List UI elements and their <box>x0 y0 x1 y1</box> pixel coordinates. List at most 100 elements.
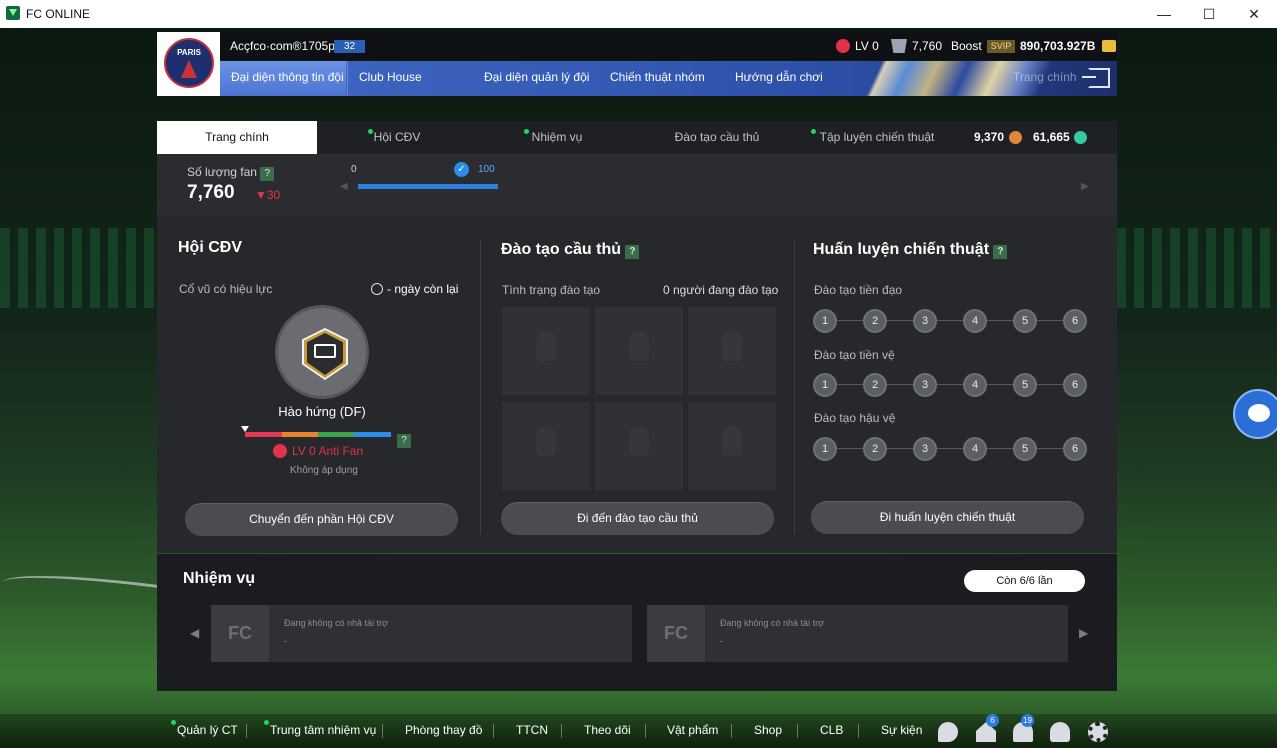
training-slot[interactable] <box>688 307 776 395</box>
player-silhouette-icon <box>722 426 742 456</box>
tactics-step[interactable]: 6 <box>1063 437 1087 461</box>
tactics-step[interactable]: 1 <box>813 309 837 333</box>
bottom-nav-separator <box>246 724 247 738</box>
tab-home[interactable]: Trang chính <box>157 121 317 154</box>
exit-icon[interactable] <box>1082 68 1110 88</box>
player-silhouette-icon <box>629 426 649 456</box>
cheer-badge <box>275 305 369 399</box>
tactics-step[interactable]: 5 <box>1013 373 1037 397</box>
tactics-title: Huấn luyện chiến thuật ? <box>813 241 1008 259</box>
settings-gear-icon[interactable] <box>1088 722 1108 742</box>
tactics-step[interactable]: 1 <box>813 373 837 397</box>
missions-remaining-button[interactable]: Còn 6/6 lần <box>964 570 1085 592</box>
player-silhouette-icon <box>536 331 556 361</box>
currency-1-amount: 9,370 <box>974 130 1005 144</box>
mission-next-arrow-icon[interactable]: ▶ <box>1079 626 1088 640</box>
mission-prev-arrow-icon[interactable]: ◀ <box>190 626 199 640</box>
bottom-nav-separator <box>731 724 732 738</box>
antifan-status: LV 0 Anti Fan <box>292 444 364 458</box>
progress-right-arrow-icon[interactable]: ▶ <box>1081 181 1089 192</box>
progress-left-arrow-icon[interactable]: ◀ <box>340 181 348 192</box>
tactics-row-label: Đào tạo tiền vệ <box>814 348 895 362</box>
fan-count-label-text: Số lượng fan <box>187 165 257 179</box>
tactics-step[interactable]: 5 <box>1013 309 1037 333</box>
tactics-step[interactable]: 2 <box>863 309 887 333</box>
nav-team-manager[interactable]: Đại diện quản lý đội <box>484 61 589 96</box>
header-info-bar: Acçfco·com®1705p 32 LV 0 7,760 Boost SVI… <box>220 32 1117 60</box>
cheer-active-label: Cổ vũ có hiệu lực <box>179 282 273 296</box>
close-button[interactable]: ✕ <box>1231 0 1277 28</box>
go-to-tactics-button[interactable]: Đi huấn luyện chiến thuật <box>811 501 1084 534</box>
tactics-step[interactable]: 6 <box>1063 373 1087 397</box>
training-slot[interactable] <box>502 402 590 490</box>
bottom-nav-club[interactable]: CLB <box>820 723 843 737</box>
tactics-step[interactable]: 4 <box>963 309 987 333</box>
mission-card[interactable]: FC Đang không có nhà tài trợ - <box>647 605 1068 662</box>
fan-count-value: 7,760 <box>187 182 235 203</box>
tactics-step[interactable]: 3 <box>913 309 937 333</box>
profile-icon[interactable] <box>1050 722 1070 742</box>
bottom-nav-events[interactable]: Sự kiện <box>881 723 922 737</box>
maximize-button[interactable]: ☐ <box>1186 0 1232 28</box>
go-to-training-button[interactable]: Đi đến đào tạo cầu thủ <box>501 502 774 535</box>
top-navigation: Đại diện thông tin đội Club House Đại di… <box>220 61 1117 96</box>
bottom-nav-locker-room[interactable]: Phòng thay đồ <box>405 723 482 737</box>
user-level-badge: 32 <box>334 40 365 53</box>
boost-label: Boost <box>951 39 982 53</box>
training-slot[interactable] <box>595 402 683 490</box>
minimize-button[interactable]: — <box>1141 0 1187 28</box>
player-silhouette-icon <box>536 426 556 456</box>
fc-logo-icon: FC <box>647 605 705 662</box>
bottom-nav-mission-center[interactable]: Trung tâm nhiệm vụ <box>270 723 376 737</box>
chat-icon[interactable] <box>938 722 958 742</box>
tactics-step[interactable]: 4 <box>963 437 987 461</box>
bottom-nav-separator <box>382 724 383 738</box>
bottom-nav-shop[interactable]: Shop <box>754 723 782 737</box>
tactics-row-label: Đào tạo hậu vệ <box>814 411 896 425</box>
help-icon[interactable]: ? <box>397 434 411 448</box>
bottom-nav-follow[interactable]: Theo dõi <box>584 723 631 737</box>
tactics-step[interactable]: 5 <box>1013 437 1037 461</box>
tab-tactics-training[interactable]: Tập luyện chiến thuật <box>817 121 937 154</box>
bottom-nav-items[interactable]: Vật phẩm <box>667 723 718 737</box>
tab-player-training[interactable]: Đào tạo cầu thủ <box>657 121 777 154</box>
tactics-step[interactable]: 3 <box>913 373 937 397</box>
training-slot[interactable] <box>688 402 776 490</box>
tactics-step[interactable]: 2 <box>863 373 887 397</box>
home-notification-badge: 6 <box>986 714 999 727</box>
tactics-step[interactable]: 6 <box>1063 309 1087 333</box>
tab-missions[interactable]: Nhiệm vụ <box>517 121 597 154</box>
nav-guide[interactable]: Hướng dẫn chơi <box>735 61 823 96</box>
bottom-nav-management[interactable]: Quản lý CT <box>177 723 238 737</box>
mission-card[interactable]: FC Đang không có nhà tài trợ - <box>211 605 632 662</box>
tactics-step[interactable]: 2 <box>863 437 887 461</box>
training-slot[interactable] <box>502 307 590 395</box>
chat-bubble-button[interactable] <box>1233 389 1277 439</box>
svip-badge: SVIP <box>987 40 1015 53</box>
window-titlebar: FC ONLINE — ☐ ✕ <box>0 0 1277 28</box>
help-icon[interactable]: ? <box>260 167 275 181</box>
club-badge-box[interactable]: PARIS <box>157 32 220 96</box>
mission-card-sub: - <box>720 636 723 646</box>
username: Acçfco·com®1705p <box>230 39 335 53</box>
chat-icon <box>1248 404 1270 422</box>
tab-supporters[interactable]: Hội CĐV <box>357 121 437 154</box>
bottom-nav-ttcn[interactable]: TTCN <box>516 723 548 737</box>
nav-team-tactics[interactable]: Chiến thuật nhóm <box>610 61 705 96</box>
training-slot[interactable] <box>595 307 683 395</box>
fan-progress-bar <box>358 184 498 189</box>
missions-title: Nhiệm vụ <box>183 570 256 587</box>
nav-home[interactable]: Trang chính <box>1013 61 1077 96</box>
tactics-step[interactable]: 4 <box>963 373 987 397</box>
training-count-label: 0 người đang đào tạo <box>663 283 779 297</box>
tactics-step[interactable]: 3 <box>913 437 937 461</box>
tactics-step[interactable]: 1 <box>813 437 837 461</box>
currency-2-icon <box>1074 131 1087 144</box>
supporters-title: Hội CĐV <box>178 239 242 256</box>
nav-team-info[interactable]: Đại diện thông tin đội <box>220 61 346 96</box>
help-icon[interactable]: ? <box>993 245 1008 259</box>
missions-section: Nhiệm vụ Còn 6/6 lần ◀ FC Đang không có … <box>157 554 1117 691</box>
go-to-supporters-button[interactable]: Chuyển đến phần Hội CĐV <box>185 503 458 536</box>
nav-club-house[interactable]: Club House <box>347 61 467 96</box>
help-icon[interactable]: ? <box>625 245 640 259</box>
